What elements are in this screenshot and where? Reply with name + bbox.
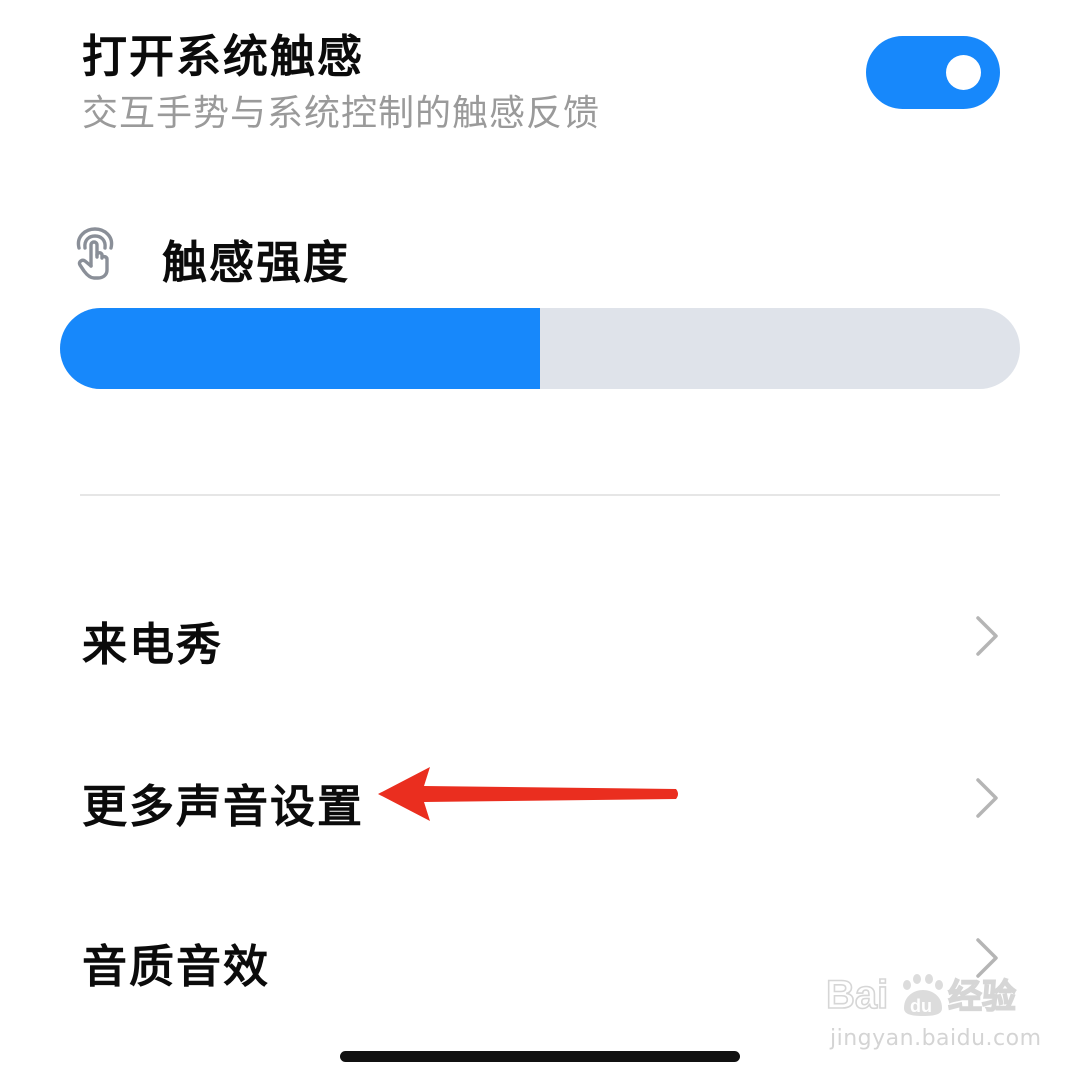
finger-tap-icon xyxy=(76,227,114,280)
section-divider xyxy=(80,494,1000,496)
home-indicator[interactable] xyxy=(340,1051,740,1062)
svg-text:经验: 经验 xyxy=(948,977,1016,1017)
svg-text:du: du xyxy=(910,996,932,1016)
system-haptics-subtitle: 交互手势与系统控制的触感反馈 xyxy=(82,93,601,134)
system-haptics-toggle[interactable] xyxy=(866,36,1000,109)
list-item-label: 来电秀 xyxy=(82,618,224,671)
list-item-label: 更多声音设置 xyxy=(82,780,365,833)
list-item-caller-show[interactable]: 来电秀 xyxy=(0,580,1080,690)
svg-text:Bai: Bai xyxy=(826,973,888,1017)
baidu-jingyan-watermark: Bai du 经验 jingyan.baidu.com xyxy=(826,962,1041,1058)
haptic-strength-label: 触感强度 xyxy=(162,236,351,289)
toggle-knob xyxy=(946,55,981,90)
system-haptics-title: 打开系统触感 xyxy=(82,30,365,83)
chevron-right-icon xyxy=(976,778,998,818)
red-arrow-icon xyxy=(378,767,678,821)
watermark-url: jingyan.baidu.com xyxy=(830,1026,1042,1051)
slider-fill xyxy=(60,308,540,389)
baidu-paw-logo: Bai du 经验 xyxy=(826,972,1017,1018)
list-item-label: 音质音效 xyxy=(82,940,271,993)
chevron-right-icon xyxy=(976,616,998,656)
sound-haptics-settings-page: 打开系统触感 交互手势与系统控制的触感反馈 触感强度 来电秀 更多声音设置 音质… xyxy=(0,0,1080,1080)
haptic-strength-slider[interactable] xyxy=(60,308,1020,389)
